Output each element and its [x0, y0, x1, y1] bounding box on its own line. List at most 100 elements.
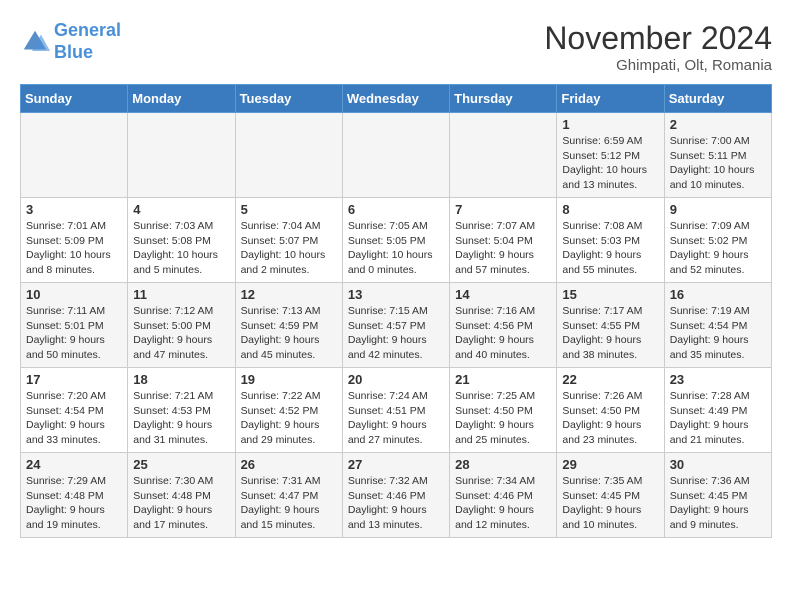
calendar-cell: 3 Sunrise: 7:01 AM Sunset: 5:09 PM Daylig…	[21, 198, 128, 283]
day-info: Sunrise: 7:28 AM Sunset: 4:49 PM Dayligh…	[670, 389, 766, 448]
calendar-cell: 25 Sunrise: 7:30 AM Sunset: 4:48 PM Dayli…	[128, 453, 235, 538]
day-number: 28	[455, 457, 551, 472]
calendar-cell: 8Sunrise: 7:08 AM Sunset: 5:03 PM Daylig…	[557, 198, 664, 283]
calendar-cell: 27Sunrise: 7:32 AM Sunset: 4:46 PM Dayli…	[342, 453, 449, 538]
day-number: 17	[26, 372, 122, 387]
calendar-cell: 17 Sunrise: 7:20 AM Sunset: 4:54 PM Dayli…	[21, 368, 128, 453]
calendar-cell: 12Sunrise: 7:13 AM Sunset: 4:59 PM Dayli…	[235, 283, 342, 368]
calendar-cell: 13 Sunrise: 7:15 AM Sunset: 4:57 PM Dayli…	[342, 283, 449, 368]
month-title: November 2024	[544, 20, 772, 57]
day-info: Sunrise: 7:08 AM Sunset: 5:03 PM Dayligh…	[562, 219, 658, 278]
calendar-cell: 22 Sunrise: 7:26 AM Sunset: 4:50 PM Dayli…	[557, 368, 664, 453]
calendar-week-row: 1Sunrise: 6:59 AM Sunset: 5:12 PM Daylig…	[21, 113, 772, 198]
calendar-cell: 29Sunrise: 7:35 AM Sunset: 4:45 PM Dayli…	[557, 453, 664, 538]
day-number: 15	[562, 287, 658, 302]
calendar-cell: 30Sunrise: 7:36 AM Sunset: 4:45 PM Dayli…	[664, 453, 771, 538]
day-info: Sunrise: 7:05 AM Sunset: 5:05 PM Dayligh…	[348, 219, 444, 278]
day-number: 5	[241, 202, 337, 217]
day-number: 23	[670, 372, 766, 387]
day-info: Sunrise: 7:11 AM Sunset: 5:01 PM Dayligh…	[26, 304, 122, 363]
day-number: 9	[670, 202, 766, 217]
calendar-cell: 26 Sunrise: 7:31 AM Sunset: 4:47 PM Dayli…	[235, 453, 342, 538]
day-number: 2	[670, 117, 766, 132]
day-number: 26	[241, 457, 337, 472]
day-number: 19	[241, 372, 337, 387]
calendar-header-row: SundayMondayTuesdayWednesdayThursdayFrid…	[21, 85, 772, 113]
calendar-cell: 15 Sunrise: 7:17 AM Sunset: 4:55 PM Dayli…	[557, 283, 664, 368]
day-info: Sunrise: 7:29 AM Sunset: 4:48 PM Dayligh…	[26, 474, 122, 533]
day-number: 24	[26, 457, 122, 472]
day-info: Sunrise: 7:16 AM Sunset: 4:56 PM Dayligh…	[455, 304, 551, 363]
day-number: 7	[455, 202, 551, 217]
day-info: Sunrise: 7:04 AM Sunset: 5:07 PM Dayligh…	[241, 219, 337, 278]
logo-text: General Blue	[54, 20, 121, 63]
day-number: 6	[348, 202, 444, 217]
calendar-week-row: 10 Sunrise: 7:11 AM Sunset: 5:01 PM Dayli…	[21, 283, 772, 368]
calendar-cell: 16 Sunrise: 7:19 AM Sunset: 4:54 PM Dayli…	[664, 283, 771, 368]
day-info: Sunrise: 7:15 AM Sunset: 4:57 PM Dayligh…	[348, 304, 444, 363]
day-info: Sunrise: 7:19 AM Sunset: 4:54 PM Dayligh…	[670, 304, 766, 363]
calendar-cell: 20Sunrise: 7:24 AM Sunset: 4:51 PM Dayli…	[342, 368, 449, 453]
day-info: Sunrise: 7:07 AM Sunset: 5:04 PM Dayligh…	[455, 219, 551, 278]
logo: General Blue	[20, 20, 121, 63]
day-info: Sunrise: 7:20 AM Sunset: 4:54 PM Dayligh…	[26, 389, 122, 448]
day-number: 14	[455, 287, 551, 302]
calendar-cell: 19Sunrise: 7:22 AM Sunset: 4:52 PM Dayli…	[235, 368, 342, 453]
day-number: 20	[348, 372, 444, 387]
calendar-cell: 23 Sunrise: 7:28 AM Sunset: 4:49 PM Dayli…	[664, 368, 771, 453]
day-info: Sunrise: 7:21 AM Sunset: 4:53 PM Dayligh…	[133, 389, 229, 448]
calendar-cell: 21Sunrise: 7:25 AM Sunset: 4:50 PM Dayli…	[450, 368, 557, 453]
day-number: 10	[26, 287, 122, 302]
calendar-cell: 10 Sunrise: 7:11 AM Sunset: 5:01 PM Dayli…	[21, 283, 128, 368]
day-info: Sunrise: 7:00 AM Sunset: 5:11 PM Dayligh…	[670, 134, 766, 193]
calendar-cell	[128, 113, 235, 198]
calendar-cell: 11 Sunrise: 7:12 AM Sunset: 5:00 PM Dayli…	[128, 283, 235, 368]
day-number: 21	[455, 372, 551, 387]
calendar-cell	[450, 113, 557, 198]
calendar-week-row: 17 Sunrise: 7:20 AM Sunset: 4:54 PM Dayli…	[21, 368, 772, 453]
day-info: Sunrise: 7:09 AM Sunset: 5:02 PM Dayligh…	[670, 219, 766, 278]
page-header: General Blue November 2024 Ghimpati, Olt…	[20, 20, 772, 74]
day-number: 11	[133, 287, 229, 302]
calendar-cell: 24 Sunrise: 7:29 AM Sunset: 4:48 PM Dayli…	[21, 453, 128, 538]
day-info: Sunrise: 7:35 AM Sunset: 4:45 PM Dayligh…	[562, 474, 658, 533]
calendar-week-row: 24 Sunrise: 7:29 AM Sunset: 4:48 PM Dayli…	[21, 453, 772, 538]
calendar-cell: 2 Sunrise: 7:00 AM Sunset: 5:11 PM Daylig…	[664, 113, 771, 198]
calendar-week-row: 3 Sunrise: 7:01 AM Sunset: 5:09 PM Daylig…	[21, 198, 772, 283]
logo-line2: Blue	[54, 42, 93, 62]
day-number: 3	[26, 202, 122, 217]
calendar-cell: 14 Sunrise: 7:16 AM Sunset: 4:56 PM Dayli…	[450, 283, 557, 368]
logo-icon	[20, 27, 50, 57]
day-number: 16	[670, 287, 766, 302]
day-info: Sunrise: 7:34 AM Sunset: 4:46 PM Dayligh…	[455, 474, 551, 533]
calendar-cell: 6 Sunrise: 7:05 AM Sunset: 5:05 PM Daylig…	[342, 198, 449, 283]
column-header-friday: Friday	[557, 85, 664, 113]
day-info: Sunrise: 7:31 AM Sunset: 4:47 PM Dayligh…	[241, 474, 337, 533]
day-info: Sunrise: 7:01 AM Sunset: 5:09 PM Dayligh…	[26, 219, 122, 278]
day-number: 25	[133, 457, 229, 472]
day-number: 13	[348, 287, 444, 302]
calendar-cell: 4Sunrise: 7:03 AM Sunset: 5:08 PM Daylig…	[128, 198, 235, 283]
day-info: Sunrise: 7:30 AM Sunset: 4:48 PM Dayligh…	[133, 474, 229, 533]
day-info: Sunrise: 7:17 AM Sunset: 4:55 PM Dayligh…	[562, 304, 658, 363]
day-number: 4	[133, 202, 229, 217]
column-header-wednesday: Wednesday	[342, 85, 449, 113]
day-info: Sunrise: 7:26 AM Sunset: 4:50 PM Dayligh…	[562, 389, 658, 448]
calendar-cell: 7 Sunrise: 7:07 AM Sunset: 5:04 PM Daylig…	[450, 198, 557, 283]
calendar-cell: 5 Sunrise: 7:04 AM Sunset: 5:07 PM Daylig…	[235, 198, 342, 283]
day-number: 12	[241, 287, 337, 302]
day-info: Sunrise: 7:12 AM Sunset: 5:00 PM Dayligh…	[133, 304, 229, 363]
day-number: 22	[562, 372, 658, 387]
calendar-cell: 18Sunrise: 7:21 AM Sunset: 4:53 PM Dayli…	[128, 368, 235, 453]
calendar-cell	[21, 113, 128, 198]
day-info: Sunrise: 6:59 AM Sunset: 5:12 PM Dayligh…	[562, 134, 658, 193]
calendar-cell: 1Sunrise: 6:59 AM Sunset: 5:12 PM Daylig…	[557, 113, 664, 198]
logo-line1: General	[54, 20, 121, 40]
calendar-cell	[235, 113, 342, 198]
location: Ghimpati, Olt, Romania	[544, 57, 772, 74]
day-info: Sunrise: 7:32 AM Sunset: 4:46 PM Dayligh…	[348, 474, 444, 533]
column-header-sunday: Sunday	[21, 85, 128, 113]
column-header-monday: Monday	[128, 85, 235, 113]
column-header-thursday: Thursday	[450, 85, 557, 113]
day-number: 30	[670, 457, 766, 472]
